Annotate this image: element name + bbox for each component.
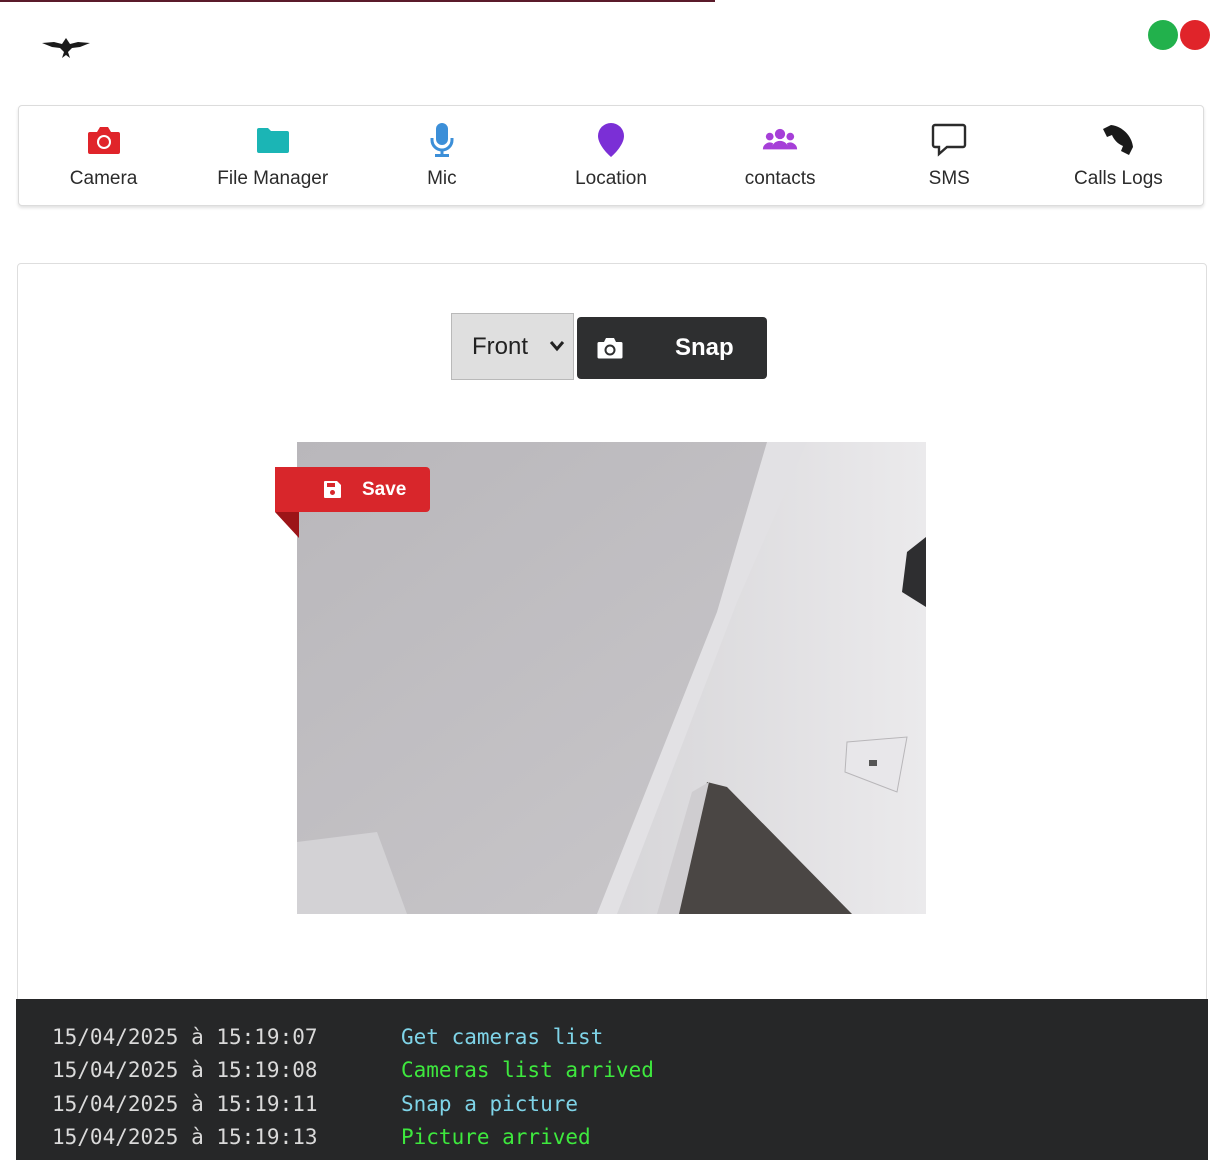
- nav-file-manager[interactable]: File Manager: [188, 106, 357, 205]
- nav-file-manager-label: File Manager: [217, 168, 329, 189]
- log-message: Get cameras list: [401, 1025, 604, 1049]
- camera-icon: [597, 338, 623, 359]
- nav-contacts-label: contacts: [744, 168, 816, 189]
- connection-status: [1148, 20, 1214, 50]
- camera-icon: [86, 122, 122, 158]
- log-row: 15/04/2025 à 15:19:11 Snap a picture: [16, 1090, 1208, 1123]
- camera-select-value: Front: [472, 332, 529, 360]
- eagle-logo-icon: [42, 38, 90, 58]
- log-message: Cameras list arrived: [401, 1058, 654, 1083]
- log-message: Snap a picture: [401, 1091, 579, 1116]
- captured-photo: [297, 442, 926, 914]
- snap-button-label: Snap: [675, 334, 734, 361]
- nav-contacts[interactable]: contacts: [696, 106, 865, 205]
- log-console: 15/04/2025 à 15:19:07 Get cameras list 1…: [16, 999, 1208, 1160]
- log-timestamp: 15/04/2025 à 15:19:11: [52, 1091, 318, 1116]
- users-icon: [762, 122, 798, 158]
- nav-camera-label: Camera: [69, 168, 138, 189]
- chevron-down-icon: [549, 341, 565, 352]
- floppy-disk-icon: [324, 481, 341, 498]
- status-red-icon: [1180, 20, 1210, 50]
- feature-navbar: Camera File Manager Mic Location contact…: [18, 105, 1204, 206]
- nav-mic[interactable]: Mic: [357, 106, 526, 205]
- status-green-icon: [1148, 20, 1178, 50]
- nav-location[interactable]: Location: [526, 106, 695, 205]
- log-row: 15/04/2025 à 15:19:13 Picture arrived: [16, 1123, 1208, 1156]
- camera-select[interactable]: Front: [451, 313, 574, 380]
- log-message: Picture arrived: [401, 1125, 591, 1150]
- map-pin-icon: [593, 122, 629, 158]
- message-icon: [931, 122, 967, 158]
- nav-calls-logs-label: Calls Logs: [1074, 168, 1163, 189]
- log-timestamp: 15/04/2025 à 15:19:07: [52, 1025, 318, 1049]
- snap-button[interactable]: Snap: [577, 317, 767, 379]
- nav-sms-label: SMS: [928, 168, 970, 189]
- microphone-icon: [424, 122, 460, 158]
- top-accent-line: [0, 0, 715, 2]
- ribbon-fold: [275, 512, 299, 538]
- phone-icon: [1100, 122, 1136, 158]
- log-timestamp: 15/04/2025 à 15:19:08: [52, 1058, 318, 1083]
- log-timestamp: 15/04/2025 à 15:19:13: [52, 1125, 318, 1150]
- save-button[interactable]: Save: [275, 467, 430, 512]
- nav-sms[interactable]: SMS: [865, 106, 1034, 205]
- log-row: 15/04/2025 à 15:19:07 Get cameras list: [16, 1023, 1208, 1056]
- nav-calls-logs[interactable]: Calls Logs: [1034, 106, 1203, 205]
- save-button-label: Save: [362, 478, 407, 500]
- nav-camera[interactable]: Camera: [19, 106, 188, 205]
- folder-icon: [255, 122, 291, 158]
- log-row: 15/04/2025 à 15:19:08 Cameras list arriv…: [16, 1056, 1208, 1089]
- nav-mic-label: Mic: [427, 168, 457, 189]
- nav-location-label: Location: [575, 168, 647, 189]
